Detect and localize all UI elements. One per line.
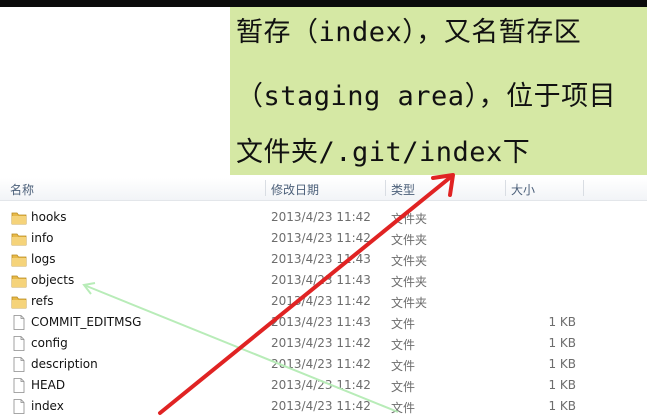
annotation-line-3: 文件夹/.git/index下	[236, 137, 531, 168]
file-size: 1 KB	[548, 315, 576, 329]
column-divider[interactable]	[385, 180, 386, 196]
file-icon	[11, 357, 27, 372]
annotation-line-1: 暂存（index），又名暂存区	[236, 17, 582, 48]
file-name: description	[31, 357, 98, 371]
column-date[interactable]: 修改日期	[271, 181, 319, 198]
file-name: objects	[31, 273, 75, 287]
file-row[interactable]: description 2013/4/23 11:42 文件 1 KB	[0, 354, 647, 375]
column-type[interactable]: 类型	[391, 181, 415, 198]
folder-icon	[11, 231, 27, 246]
file-name: index	[31, 399, 64, 413]
column-header: 名称 修改日期 类型 大小	[0, 178, 647, 201]
file-date: 2013/4/23 11:42	[271, 357, 371, 371]
file-type: 文件夹	[391, 212, 428, 226]
file-date: 2013/4/23 11:42	[271, 231, 371, 245]
annotation-note: 暂存（index），又名暂存区 （staging area），位于项目 文件夹/…	[230, 7, 647, 175]
file-icon	[11, 399, 27, 414]
file-date: 2013/4/23 11:42	[271, 378, 371, 392]
file-name: COMMIT_EDITMSG	[31, 315, 142, 329]
file-name: config	[31, 336, 68, 350]
file-row[interactable]: index 2013/4/23 11:42 文件 1 KB	[0, 396, 647, 417]
file-name: hooks	[31, 210, 67, 224]
file-row[interactable]: hooks 2013/4/23 11:42 文件夹	[0, 207, 647, 228]
file-date: 2013/4/23 11:42	[271, 294, 371, 308]
file-icon	[11, 336, 27, 351]
file-type: 文件	[391, 401, 416, 415]
file-type: 文件夹	[391, 275, 428, 289]
file-date: 2013/4/23 11:42	[271, 399, 371, 413]
file-date: 2013/4/23 11:42	[271, 210, 371, 224]
column-divider[interactable]	[583, 180, 584, 196]
file-date: 2013/4/23 11:43	[271, 315, 371, 329]
file-type: 文件夹	[391, 296, 428, 310]
file-date: 2013/4/23 11:43	[271, 252, 371, 266]
column-divider[interactable]	[505, 180, 506, 196]
file-name: logs	[31, 252, 56, 266]
file-row[interactable]: logs 2013/4/23 11:43 文件夹	[0, 249, 647, 270]
folder-icon	[11, 273, 27, 288]
file-size: 1 KB	[548, 357, 576, 371]
file-row[interactable]: COMMIT_EDITMSG 2013/4/23 11:43 文件 1 KB	[0, 312, 647, 333]
file-name: HEAD	[31, 378, 66, 392]
file-name: refs	[31, 294, 54, 308]
column-size[interactable]: 大小	[511, 181, 535, 198]
file-row[interactable]: info 2013/4/23 11:42 文件夹	[0, 228, 647, 249]
window-top-bar	[0, 0, 647, 7]
file-size: 1 KB	[548, 336, 576, 350]
file-type: 文件	[391, 317, 416, 331]
file-type: 文件	[391, 359, 416, 373]
folder-icon	[11, 210, 27, 225]
file-date: 2013/4/23 11:42	[271, 336, 371, 350]
file-icon	[11, 315, 27, 330]
file-row[interactable]: HEAD 2013/4/23 11:42 文件 1 KB	[0, 375, 647, 396]
file-row[interactable]: refs 2013/4/23 11:42 文件夹	[0, 291, 647, 312]
file-type: 文件	[391, 338, 416, 352]
column-name[interactable]: 名称	[10, 181, 34, 198]
folder-icon	[11, 294, 27, 309]
file-name: info	[31, 231, 54, 245]
file-type: 文件	[391, 380, 416, 394]
file-date: 2013/4/23 11:43	[271, 273, 371, 287]
column-divider[interactable]	[265, 180, 266, 196]
file-size: 1 KB	[548, 378, 576, 392]
file-row[interactable]: config 2013/4/23 11:42 文件 1 KB	[0, 333, 647, 354]
file-icon	[11, 378, 27, 393]
file-size: 1 KB	[548, 399, 576, 413]
file-type: 文件夹	[391, 233, 428, 247]
annotation-line-2: （staging area），位于项目	[236, 81, 617, 112]
file-type: 文件夹	[391, 254, 428, 268]
folder-icon	[11, 252, 27, 267]
file-row[interactable]: objects 2013/4/23 11:43 文件夹	[0, 270, 647, 291]
